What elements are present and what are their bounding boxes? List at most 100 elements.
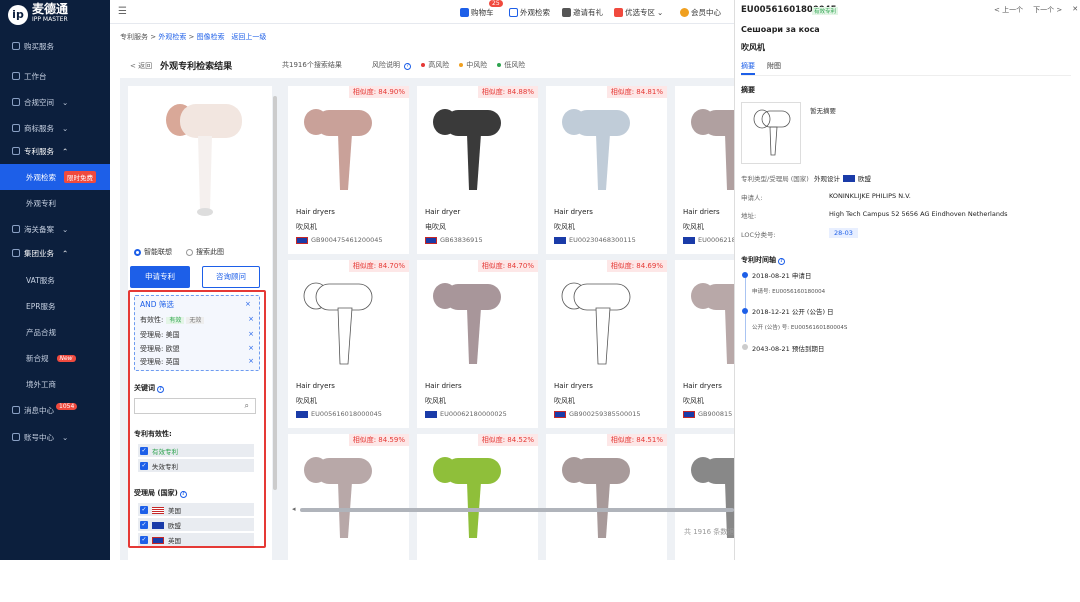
sidebar-item-epr[interactable]: EPR服务 [0,293,110,319]
address-label: 地址: [741,212,757,220]
result-card[interactable]: 相似度: 84.90% Hair dryers 吹风机 GB9004754612000… [288,86,409,254]
promo-dropdown[interactable]: 优选专区 ⌄ [614,7,663,18]
consult-button[interactable]: 咨询顾问 [202,266,260,288]
card-title-cn: 吹风机 [554,223,575,231]
remove-filter-icon[interactable]: × [248,357,254,367]
promo-icon [614,8,623,17]
result-card[interactable]: 相似度: 84.52% [417,434,538,602]
risk-explain[interactable]: 风险说明 ? [372,60,412,70]
similarity-badge: 相似度: 84.70% [477,260,538,272]
result-card[interactable]: 相似度: 84.81% Hair dryers 吹风机 EU0023046830011… [546,86,667,254]
breadcrumb-patent[interactable]: 专利服务 [120,33,148,41]
brand-logo[interactable]: ip 麦德通 IPP MASTER [8,3,68,25]
card-title-en: Hair dryer [425,208,461,216]
checkbox-valid[interactable]: ✓ 有效专利 [140,446,178,456]
risk-low: 低风险 [497,60,525,70]
result-card[interactable]: Hair driers 吹风机 EU0006218 [675,86,759,254]
detail-title-cn: 吹风机 [741,43,765,52]
remove-filter-icon[interactable]: × [248,330,254,340]
type-value: 外观设计 欧盟 [814,174,871,183]
apply-patent-button[interactable]: 申请专利 [130,266,190,288]
tab-attachments[interactable]: 附图 [767,61,781,71]
brand-name-en: IPP MASTER [32,16,68,23]
back-link[interactable]: < 返回 [130,61,152,71]
card-title-cn: 吹风机 [425,397,446,405]
checkbox-gb[interactable]: ✓ 英国 [140,535,181,545]
scroll-left-icon[interactable]: ◂ [292,505,296,513]
close-icon[interactable]: ✕ [1072,5,1078,15]
sidebar-item-new-compliance[interactable]: 新合规 New [0,345,110,371]
breadcrumb-back[interactable]: 返回上一级 [231,33,266,41]
sidebar-item-purchase[interactable]: 购买服务 [0,33,110,59]
result-card[interactable]: 相似度: 84.69% Hair dryers 吹风机 GB9002593855000… [546,260,667,428]
member-center-button[interactable]: 会员中心 [680,7,721,18]
help-icon: ? [157,386,164,393]
checkbox-us[interactable]: ✓ 美国 [140,505,181,515]
prev-button[interactable]: < 上一个 [994,5,1023,15]
card-patent-number: EU00230468300115 [554,236,636,244]
eu-flag-icon [683,236,695,244]
result-card[interactable]: 相似度: 84.70% Hair dryers 吹风机 EU0056160180000… [288,260,409,428]
validity-label: 专利有效性: [134,430,172,438]
next-button[interactable]: 下一个 > [1033,5,1062,15]
sidebar-item-compliance[interactable]: 合规空间 ⌄ [0,89,110,115]
search-icon[interactable]: ⌕ [245,401,249,411]
radio-smart[interactable]: 智能联想 [134,247,172,257]
similarity-badge: 相似度: 84.88% [477,86,538,98]
crown-icon [680,8,689,17]
loc-value[interactable]: 28-03 [829,228,858,238]
risk-legend: 风险说明 ? 高风险 中风险 低风险 [372,60,525,70]
timeline-apply-no: 申请号: EU0056160180004 [752,289,826,295]
detail-title-ru: Сешоари за коса [741,25,820,34]
sidebar-item-customs[interactable]: 海关备案 ⌄ [0,216,110,242]
keyword-input[interactable]: ⌕ [134,398,256,414]
sidebar-item-vat[interactable]: VAT服务 [0,267,110,293]
result-card[interactable]: 相似度: 84.70% Hair driers 吹风机 EU0006218000002… [417,260,538,428]
message-badge: 1054 [56,402,78,410]
checkbox-invalid[interactable]: ✓ 失效专利 [140,461,178,471]
help-icon: ? [404,63,412,70]
result-card[interactable]: 相似度: 84.59% [288,434,409,602]
remove-filter-icon[interactable]: × [248,315,254,325]
card-title-en: Hair driers [425,382,462,390]
result-card[interactable]: Hair dryers 吹风机 GB900815 [675,260,759,428]
sidebar-item-workbench[interactable]: 工作台 [0,63,110,89]
sidebar-item-account[interactable]: 账号中心 ⌄ [0,424,110,450]
timeline-publish-no: 公开 (公告) 号: EU0056160180004S [752,325,848,331]
filter-scrollbar[interactable] [273,96,277,490]
card-patent-number: EU00062180000025 [425,410,507,418]
detail-status-badge: 有效专利 [812,7,839,15]
loc-label: LOC分类号: [741,231,776,239]
risk-high: 高风险 [421,60,449,70]
filter-office-gb-row: 受理局: 英国 × [140,357,254,367]
no-abstract: 暂无摘要 [810,107,836,115]
invite-button[interactable]: 邀请有礼 [562,7,603,18]
result-card[interactable] [675,434,759,602]
and-clear-icon[interactable]: × [245,300,251,308]
sidebar-item-patent[interactable]: 专利服务 ⌃ [0,138,110,164]
sidebar-item-messages[interactable]: 消息中心 1054 [0,397,110,423]
free-tag: 限时免费 [64,171,96,183]
cart-badge: 25 [489,0,503,7]
breadcrumb-appearance[interactable]: 外观检索 [158,33,186,41]
sidebar-item-product-compliance[interactable]: 产品合规 [0,319,110,345]
result-card[interactable]: 相似度: 84.88% Hair dryer 电吹风 GB63836915 [417,86,538,254]
results-horizontal-scrollbar[interactable] [300,508,734,512]
sidebar-item-group[interactable]: 集团业务 ⌃ [0,240,110,266]
remove-filter-icon[interactable]: × [248,344,254,354]
menu-toggle-icon[interactable]: ☰ [118,6,127,17]
sidebar-item-appearance-search[interactable]: 外观检索 限时免费 [0,164,110,190]
appearance-search-button[interactable]: 外观检索 [509,7,550,18]
timeline-dot [742,308,748,314]
cart-button[interactable]: 购物车 [460,7,494,18]
radio-exact[interactable]: 搜索此图 [186,247,224,257]
checkbox-eu[interactable]: ✓ 欧盟 [140,520,181,530]
sidebar-item-design-patent[interactable]: 外观专利 [0,190,110,216]
and-filter-title: AND 筛选 [140,300,174,309]
breadcrumb-image-search[interactable]: 图像检索 [197,33,225,41]
detail-thumbnail[interactable] [741,102,801,164]
result-card[interactable]: 相似度: 84.51% [546,434,667,602]
sidebar-item-overseas[interactable]: 境外工商 [0,371,110,397]
tab-summary[interactable]: 摘要 [741,61,755,75]
card-patent-number: EU005616018000045 [296,410,382,418]
